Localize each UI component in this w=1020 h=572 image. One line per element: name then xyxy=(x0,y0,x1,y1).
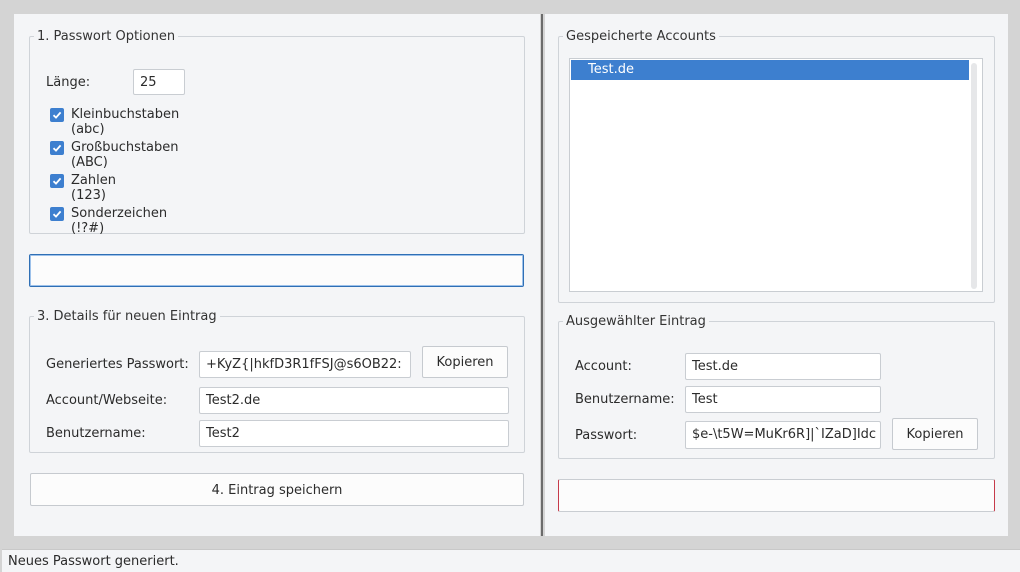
selected-username-label: Benutzername: xyxy=(575,392,675,407)
status-bar: Neues Passwort generiert. xyxy=(2,549,1020,572)
checkmark-icon xyxy=(50,141,64,155)
special-chars-label: Sonderzeichen (!?#) xyxy=(71,206,168,236)
username-input[interactable]: Test2 xyxy=(199,420,509,447)
new-entry-details-group: 3. Details für neuen Eintrag Generiertes… xyxy=(29,309,525,453)
length-label: Länge: xyxy=(46,75,91,90)
selected-entry-group: Ausgewählter Eintrag Account: Test.de Be… xyxy=(558,314,995,459)
selected-password-label: Passwort: xyxy=(575,428,638,443)
generate-password-button[interactable] xyxy=(29,254,524,287)
checkmark-icon xyxy=(50,174,64,188)
selected-entry-legend: Ausgewählter Eintrag xyxy=(566,314,706,329)
selected-account-field[interactable]: Test.de xyxy=(685,353,881,380)
numbers-label: Zahlen (123) xyxy=(71,173,116,203)
copy-generated-password-button[interactable]: Kopieren xyxy=(422,346,508,378)
copy-label: Kopieren xyxy=(436,355,494,370)
list-scrollbar[interactable] xyxy=(971,63,977,289)
password-options-group: 1. Passwort Optionen Länge: 25 Kleinbuch… xyxy=(29,29,525,236)
selected-account-label: Account: xyxy=(575,359,632,374)
selected-password-field[interactable]: $e-\t5W=MuKr6R]|`IZaD]Idc xyxy=(685,421,881,449)
length-input[interactable]: 25 xyxy=(133,69,185,95)
generated-password-field[interactable]: +KyZ{|hkfD3R1fFSJ@s6OB22: xyxy=(199,351,411,378)
account-website-input[interactable]: Test2.de xyxy=(199,387,509,414)
delete-entry-button[interactable] xyxy=(558,479,995,512)
right-panel: Gespeicherte Accounts Test.de Ausgewählt… xyxy=(545,14,1008,536)
left-panel: 1. Passwort Optionen Länge: 25 Kleinbuch… xyxy=(14,14,540,536)
status-text: Neues Passwort generiert. xyxy=(8,554,179,569)
list-item[interactable]: Test.de xyxy=(571,60,969,80)
saved-accounts-list[interactable]: Test.de xyxy=(569,58,983,292)
account-website-label: Account/Webseite: xyxy=(46,393,168,408)
lowercase-label: Kleinbuchstaben (abc) xyxy=(71,107,180,137)
password-options-legend: 1. Passwort Optionen xyxy=(37,29,176,44)
copy-label: Kopieren xyxy=(906,427,964,442)
new-entry-details-legend: 3. Details für neuen Eintrag xyxy=(37,309,217,324)
panel-splitter[interactable] xyxy=(541,14,543,536)
saved-accounts-legend: Gespeicherte Accounts xyxy=(566,29,716,44)
checkmark-icon xyxy=(50,108,64,122)
copy-selected-password-button[interactable]: Kopieren xyxy=(892,418,978,450)
generated-password-label: Generiertes Passwort: xyxy=(46,357,189,372)
save-entry-button[interactable]: 4. Eintrag speichern xyxy=(30,473,524,506)
uppercase-label: Großbuchstaben (ABC) xyxy=(71,140,179,170)
username-label: Benutzername: xyxy=(46,426,146,441)
selected-username-field[interactable]: Test xyxy=(685,386,881,413)
save-entry-label: 4. Eintrag speichern xyxy=(211,483,343,498)
checkmark-icon xyxy=(50,207,64,221)
